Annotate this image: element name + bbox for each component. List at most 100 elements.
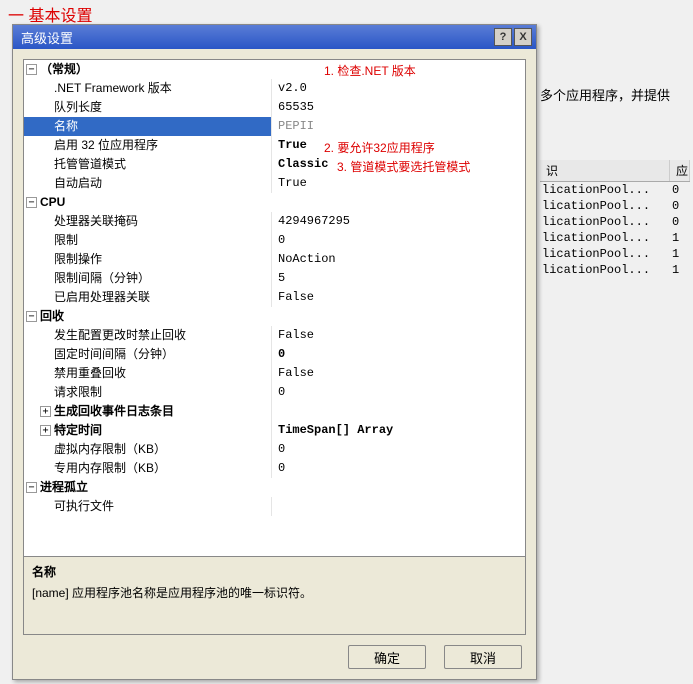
property-label: 虚拟内存限制（KB） bbox=[24, 440, 272, 459]
description-text: [name] 应用程序池名称是应用程序池的唯一标识符。 bbox=[32, 584, 517, 601]
property-value: 0 bbox=[272, 440, 525, 459]
bg-cell: licationPool... bbox=[540, 246, 670, 262]
expand-icon[interactable]: + bbox=[40, 425, 51, 436]
property-value bbox=[272, 307, 525, 326]
property-row[interactable]: 虚拟内存限制（KB）0 bbox=[24, 440, 525, 459]
property-row[interactable]: 启用 32 位应用程序True bbox=[24, 136, 525, 155]
description-title: 名称 bbox=[32, 563, 517, 580]
close-button[interactable]: X bbox=[514, 28, 532, 46]
property-label: 进程孤立 bbox=[24, 478, 272, 497]
property-value: 0 bbox=[272, 345, 525, 364]
property-group[interactable]: +特定时间TimeSpan[] Array bbox=[24, 421, 525, 440]
property-label: 名称 bbox=[24, 117, 272, 136]
property-row[interactable]: 托管管道模式Classic bbox=[24, 155, 525, 174]
collapse-icon[interactable]: − bbox=[26, 64, 37, 75]
property-label: 限制间隔（分钟） bbox=[24, 269, 272, 288]
property-value: 5 bbox=[272, 269, 525, 288]
property-row[interactable]: .NET Framework 版本v2.0 bbox=[24, 79, 525, 98]
bg-cell: 0 bbox=[670, 182, 690, 198]
collapse-icon[interactable]: − bbox=[26, 482, 37, 493]
property-row[interactable]: 可执行文件 bbox=[24, 497, 525, 516]
help-button[interactable]: ? bbox=[494, 28, 512, 46]
property-row[interactable]: 专用内存限制（KB）0 bbox=[24, 459, 525, 478]
property-value: True bbox=[272, 136, 525, 155]
bg-table-row: licationPool...1 bbox=[540, 262, 690, 278]
property-value: False bbox=[272, 288, 525, 307]
property-group[interactable]: −回收 bbox=[24, 307, 525, 326]
bg-cell: 1 bbox=[670, 246, 690, 262]
bg-cell: licationPool... bbox=[540, 230, 670, 246]
collapse-icon[interactable]: − bbox=[26, 311, 37, 322]
property-row[interactable]: 队列长度65535 bbox=[24, 98, 525, 117]
property-label: 特定时间 bbox=[24, 421, 272, 440]
property-value: 0 bbox=[272, 459, 525, 478]
property-label: 托管管道模式 bbox=[24, 155, 272, 174]
property-group[interactable]: −进程孤立 bbox=[24, 478, 525, 497]
property-grid-rows: −（常规）.NET Framework 版本v2.0队列长度65535名称PEP… bbox=[24, 60, 525, 556]
property-value: Classic bbox=[272, 155, 525, 174]
property-value bbox=[272, 497, 525, 516]
property-group[interactable]: +生成回收事件日志条目 bbox=[24, 402, 525, 421]
property-row[interactable]: 限制操作NoAction bbox=[24, 250, 525, 269]
collapse-icon[interactable]: − bbox=[26, 197, 37, 208]
titlebar[interactable]: 高级设置 ? X bbox=[13, 25, 536, 49]
bg-header-2: 应 bbox=[670, 160, 690, 181]
bg-table-row: licationPool...0 bbox=[540, 182, 690, 198]
property-row[interactable]: 禁用重叠回收False bbox=[24, 364, 525, 383]
property-label: 启用 32 位应用程序 bbox=[24, 136, 272, 155]
property-value: 65535 bbox=[272, 98, 525, 117]
property-group[interactable]: −CPU bbox=[24, 193, 525, 212]
property-label: 生成回收事件日志条目 bbox=[24, 402, 272, 421]
button-row: 确定 取消 bbox=[23, 635, 526, 669]
property-row[interactable]: 请求限制0 bbox=[24, 383, 525, 402]
property-row[interactable]: 处理器关联掩码4294967295 bbox=[24, 212, 525, 231]
property-value: 0 bbox=[272, 383, 525, 402]
property-label: 可执行文件 bbox=[24, 497, 272, 516]
property-value bbox=[272, 60, 525, 79]
bg-table-row: licationPool...1 bbox=[540, 246, 690, 262]
property-value: True bbox=[272, 174, 525, 193]
bg-cell: 1 bbox=[670, 262, 690, 278]
property-grid: −（常规）.NET Framework 版本v2.0队列长度65535名称PEP… bbox=[23, 59, 526, 635]
property-row[interactable]: 固定时间间隔（分钟）0 bbox=[24, 345, 525, 364]
ok-button[interactable]: 确定 bbox=[348, 645, 426, 669]
property-group[interactable]: −（常规） bbox=[24, 60, 525, 79]
property-label: 专用内存限制（KB） bbox=[24, 459, 272, 478]
dialog-body: −（常规）.NET Framework 版本v2.0队列长度65535名称PEP… bbox=[13, 49, 536, 679]
expand-icon[interactable]: + bbox=[40, 406, 51, 417]
property-value: PEPII bbox=[272, 117, 525, 136]
property-row[interactable]: 限制间隔（分钟）5 bbox=[24, 269, 525, 288]
property-label: 队列长度 bbox=[24, 98, 272, 117]
bg-table-row: licationPool...0 bbox=[540, 214, 690, 230]
bg-cell: 0 bbox=[670, 214, 690, 230]
titlebar-text: 高级设置 bbox=[17, 28, 492, 47]
property-label: 自动启动 bbox=[24, 174, 272, 193]
property-row[interactable]: 名称PEPII bbox=[24, 117, 525, 136]
property-value: v2.0 bbox=[272, 79, 525, 98]
background-table: 识 应 licationPool...0licationPool...0lica… bbox=[540, 160, 690, 278]
property-value bbox=[272, 402, 525, 421]
background-text: 多个应用程序，并提供 bbox=[540, 85, 670, 104]
property-row[interactable]: 限制0 bbox=[24, 231, 525, 250]
property-value: 0 bbox=[272, 231, 525, 250]
property-row[interactable]: 已启用处理器关联False bbox=[24, 288, 525, 307]
property-value bbox=[272, 193, 525, 212]
property-label: .NET Framework 版本 bbox=[24, 79, 272, 98]
property-row[interactable]: 发生配置更改时禁止回收False bbox=[24, 326, 525, 345]
property-label: 限制 bbox=[24, 231, 272, 250]
bg-cell: 1 bbox=[670, 230, 690, 246]
property-label: CPU bbox=[24, 193, 272, 212]
property-label: 请求限制 bbox=[24, 383, 272, 402]
property-label: 已启用处理器关联 bbox=[24, 288, 272, 307]
property-label: 回收 bbox=[24, 307, 272, 326]
bg-table-row: licationPool...1 bbox=[540, 230, 690, 246]
property-label: 处理器关联掩码 bbox=[24, 212, 272, 231]
property-value bbox=[272, 478, 525, 497]
property-label: 限制操作 bbox=[24, 250, 272, 269]
property-row[interactable]: 自动启动True bbox=[24, 174, 525, 193]
cancel-button[interactable]: 取消 bbox=[444, 645, 522, 669]
property-label: 发生配置更改时禁止回收 bbox=[24, 326, 272, 345]
bg-cell: licationPool... bbox=[540, 198, 670, 214]
property-value: NoAction bbox=[272, 250, 525, 269]
bg-cell: licationPool... bbox=[540, 214, 670, 230]
